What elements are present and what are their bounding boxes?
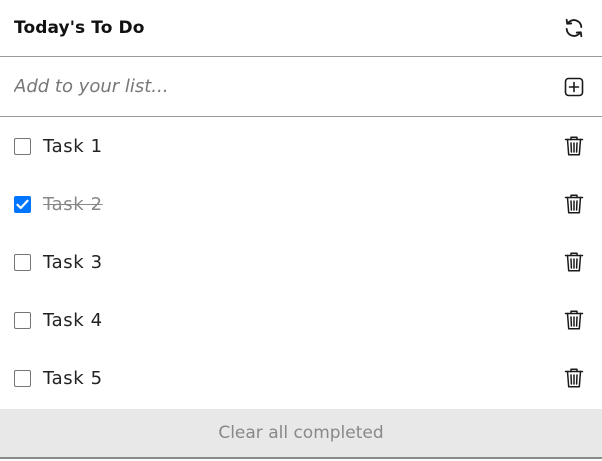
task-checkbox[interactable]: [14, 137, 31, 155]
task-checkbox[interactable]: [14, 369, 31, 387]
task-label: Task 3: [43, 251, 103, 273]
trash-icon[interactable]: [561, 191, 587, 217]
page-title: Today's To Do: [14, 18, 145, 38]
task-label: Task 4: [43, 309, 103, 331]
task-item: Task 5: [0, 349, 602, 407]
task-checkbox[interactable]: [14, 311, 31, 329]
task-item: Task 4: [0, 291, 602, 349]
plus-square-icon[interactable]: [561, 74, 587, 100]
task-left: Task 2: [14, 194, 103, 215]
trash-icon[interactable]: [561, 133, 587, 159]
task-left: Task 5: [14, 368, 103, 389]
todo-card: Today's To Do Task 1: [0, 0, 602, 461]
add-task-row: [0, 57, 602, 117]
task-left: Task 1: [14, 136, 103, 157]
checkmark-icon: [16, 199, 29, 209]
task-left: Task 3: [14, 252, 103, 273]
task-checkbox[interactable]: [14, 253, 31, 271]
task-item: Task 2: [0, 175, 602, 233]
add-task-input[interactable]: [14, 76, 534, 97]
trash-icon[interactable]: [561, 365, 587, 391]
clear-completed-button[interactable]: Clear all completed: [0, 409, 602, 459]
trash-icon[interactable]: [561, 307, 587, 333]
task-item: Task 3: [0, 233, 602, 291]
header: Today's To Do: [0, 0, 602, 57]
task-label: Task 5: [43, 367, 103, 389]
task-list: Task 1 Task 2 Task 3 Task 4 Task 5: [0, 117, 602, 407]
task-label: Task 1: [43, 135, 103, 157]
task-label: Task 2: [43, 193, 103, 215]
refresh-icon[interactable]: [561, 15, 587, 41]
task-checkbox[interactable]: [14, 195, 31, 213]
task-left: Task 4: [14, 310, 103, 331]
trash-icon[interactable]: [561, 249, 587, 275]
task-item: Task 1: [0, 117, 602, 175]
